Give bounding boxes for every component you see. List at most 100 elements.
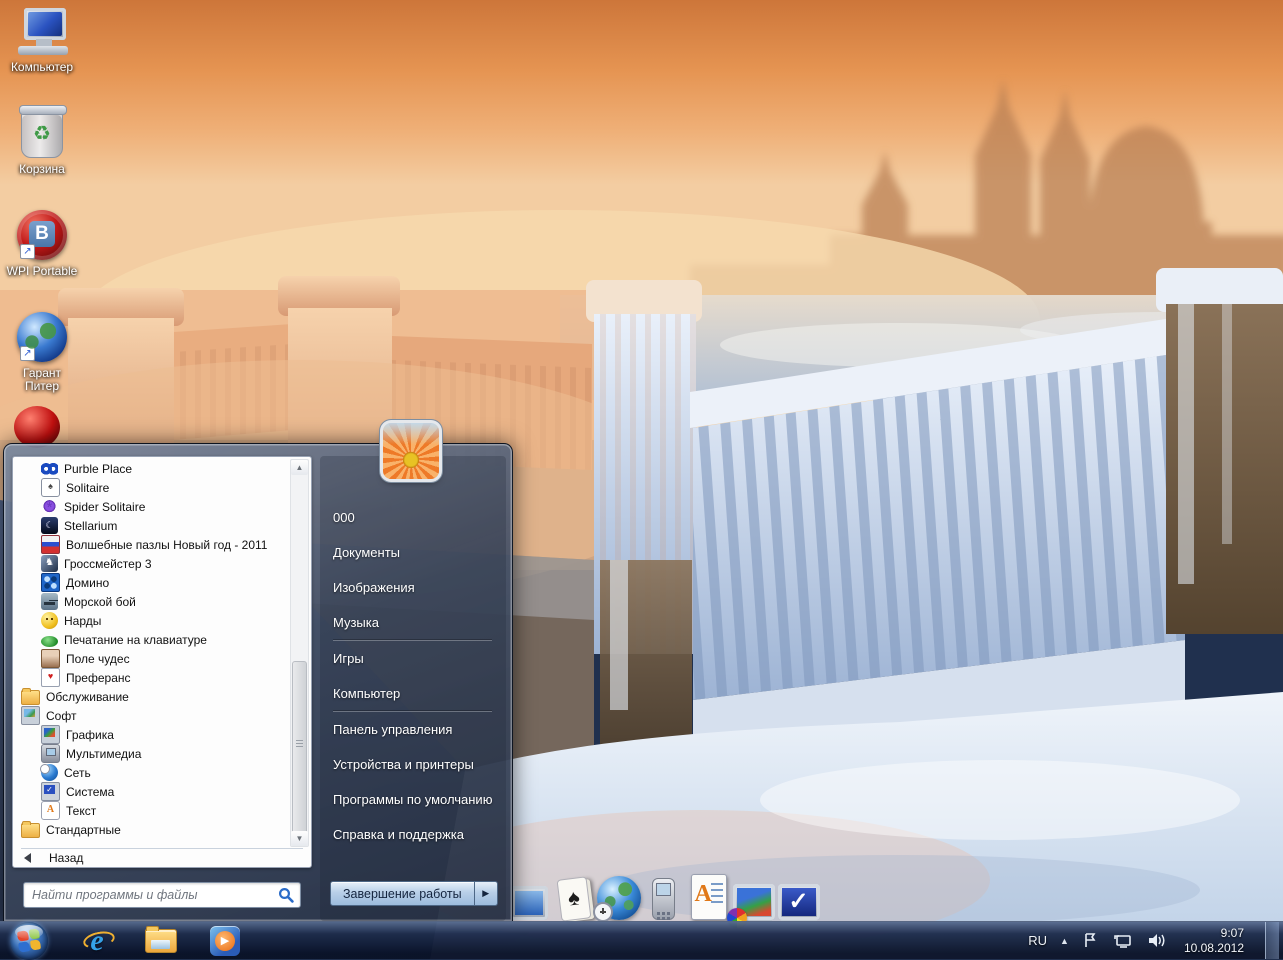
volume-icon[interactable] — [1147, 932, 1167, 949]
system-icon — [41, 782, 60, 801]
start-menu-program-item[interactable]: Нарды — [17, 611, 289, 630]
program-label: Софт — [46, 708, 77, 723]
graphics-monitor-icon[interactable] — [726, 870, 776, 928]
solitaire-icon — [41, 478, 60, 497]
start-menu-program-item[interactable]: Домино — [17, 573, 289, 592]
windows-explorer-icon — [145, 925, 177, 953]
start-menu-program-item[interactable]: Solitaire — [17, 478, 289, 497]
start-menu-program-item[interactable]: Spider Solitaire — [17, 497, 289, 516]
start-menu-program-item[interactable]: Поле чудес — [17, 649, 289, 668]
desktop-icon-recycle-bin[interactable]: Корзина — [0, 105, 84, 176]
start-menu-program-item[interactable]: Мультимедиа — [17, 744, 289, 763]
start-menu-item-help-support[interactable]: Справка и поддержка — [320, 817, 506, 852]
typing-icon — [41, 635, 58, 647]
start-menu-program-item[interactable]: Purble Place — [17, 459, 289, 478]
start-menu-item-pictures[interactable]: Изображения — [320, 570, 506, 605]
multimedia-icon — [41, 744, 60, 763]
program-label: Морской бой — [64, 594, 136, 609]
program-label: Графика — [66, 727, 114, 742]
hidden-icons-button[interactable]: ▲ — [1060, 936, 1069, 946]
start-menu-program-item[interactable]: Волшебные пазлы Новый год - 2011 — [17, 535, 289, 554]
back-button[interactable]: Назад — [13, 850, 311, 866]
clock-time: 9:07 — [1220, 925, 1244, 940]
program-label: Поле чудес — [66, 651, 130, 666]
start-menu-user-name[interactable]: 000 — [320, 500, 506, 535]
start-menu-item-devices-printers[interactable]: Устройства и принтеры — [320, 747, 506, 782]
start-menu-program-item[interactable]: Стандартные — [17, 820, 289, 839]
start-menu-program-item[interactable]: Сеть — [17, 763, 289, 782]
desktop-icon-label: Гарант Питер — [23, 366, 61, 393]
start-menu-program-item[interactable]: Stellarium — [17, 516, 289, 535]
program-label: Обслуживание — [46, 689, 129, 704]
shutdown-options-arrow[interactable]: ▶ — [474, 881, 498, 906]
taskbar-media-player[interactable]: ▶ — [208, 925, 242, 957]
back-arrow-icon — [24, 853, 31, 863]
start-menu-item-documents[interactable]: Документы — [320, 535, 506, 570]
start-menu-program-item[interactable]: Печатание на клавиатуре — [17, 630, 289, 649]
program-list: Purble Place Solitaire Spider Solitaire — [17, 459, 289, 839]
start-menu-item-music[interactable]: Музыка — [320, 605, 506, 640]
garant-piter-globe-icon: ↗ — [17, 312, 67, 362]
language-indicator[interactable]: RU — [1028, 933, 1047, 948]
program-label: Solitaire — [66, 480, 110, 495]
search-box — [23, 881, 301, 908]
desktop-icon-wpi-portable[interactable]: B ↗ WPI Portable — [0, 210, 84, 278]
windows-media-player-icon: ▶ — [210, 925, 240, 956]
program-label: Stellarium — [64, 518, 118, 533]
program-label: Spider Solitaire — [64, 499, 146, 514]
search-icon — [278, 887, 294, 903]
program-label: Печатание на клавиатуре — [64, 632, 207, 647]
backgammon-icon — [41, 612, 58, 629]
soft-icon — [21, 706, 40, 725]
scroll-up-button[interactable]: ▲ — [291, 460, 308, 475]
text-document-icon[interactable] — [686, 870, 731, 920]
program-label: Гроссмейстер 3 — [64, 556, 152, 571]
graphics-icon — [41, 725, 60, 744]
taskbar-clock[interactable]: 9:07 10.08.2012 — [1184, 926, 1244, 956]
start-menu-item-default-programs[interactable]: Программы по умолчанию — [320, 782, 506, 817]
start-menu-right-panel: 000 Документы Изображения Музыка Игры Ко… — [320, 456, 506, 921]
program-label: Сеть — [64, 765, 91, 780]
shutdown-button[interactable]: Завершение работы — [330, 881, 475, 906]
globe-clock-icon[interactable] — [592, 870, 641, 922]
playing-cards-icon[interactable] — [551, 870, 596, 922]
taskbar-windows-explorer[interactable] — [144, 925, 178, 957]
action-center-flag-icon[interactable] — [1082, 932, 1099, 949]
desktop-icon-garant-piter[interactable]: ↗ Гарант Питер — [0, 312, 84, 393]
program-label: Система — [66, 784, 115, 799]
start-menu-program-item[interactable]: Обслуживание — [17, 687, 289, 706]
red-sphere-icon[interactable] — [14, 406, 60, 448]
start-menu-program-item[interactable]: Система — [17, 782, 289, 801]
taskbar-internet-explorer[interactable]: e — [80, 925, 117, 957]
folder-icon — [21, 688, 40, 705]
start-button[interactable] — [10, 921, 48, 960]
my-computer-icon — [16, 8, 68, 56]
desktop-icon-computer[interactable]: Компьютер — [0, 8, 84, 74]
scroll-down-button[interactable]: ▼ — [291, 831, 308, 846]
start-menu-item-control-panel[interactable]: Панель управления — [320, 712, 506, 747]
start-menu-program-item[interactable]: Преферанс — [17, 668, 289, 687]
spider-solitaire-icon — [41, 498, 58, 515]
network-globe-icon — [40, 764, 58, 781]
search-input[interactable] — [23, 881, 301, 908]
start-menu-item-computer[interactable]: Компьютер — [320, 676, 506, 711]
start-menu-item-games[interactable]: Игры — [320, 641, 506, 676]
phone-icon[interactable] — [641, 870, 686, 920]
start-menu-program-item[interactable]: Морской бой — [17, 592, 289, 611]
wpi-portable-icon: B ↗ — [17, 210, 67, 260]
start-menu-program-item[interactable]: Графика — [17, 725, 289, 744]
show-desktop-button[interactable] — [1265, 922, 1279, 959]
user-avatar[interactable] — [383, 423, 439, 479]
network-icon[interactable] — [1112, 932, 1134, 949]
divider — [21, 848, 303, 849]
system-tray: RU ▲ 9:07 10.08.2012 — [1028, 922, 1283, 959]
pole-chudes-icon — [41, 649, 60, 668]
scrollbar-thumb[interactable] — [292, 660, 307, 837]
scrollbar[interactable]: ▲ ▼ — [290, 459, 309, 847]
start-menu-program-item[interactable]: Софт — [17, 706, 289, 725]
program-label: Нарды — [64, 613, 102, 628]
start-menu-program-item[interactable]: Текст — [17, 801, 289, 820]
start-menu-program-item[interactable]: Гроссмейстер 3 — [17, 554, 289, 573]
system-check-icon[interactable] — [776, 870, 821, 920]
start-menu: Purble Place Solitaire Spider Solitaire — [3, 423, 513, 922]
